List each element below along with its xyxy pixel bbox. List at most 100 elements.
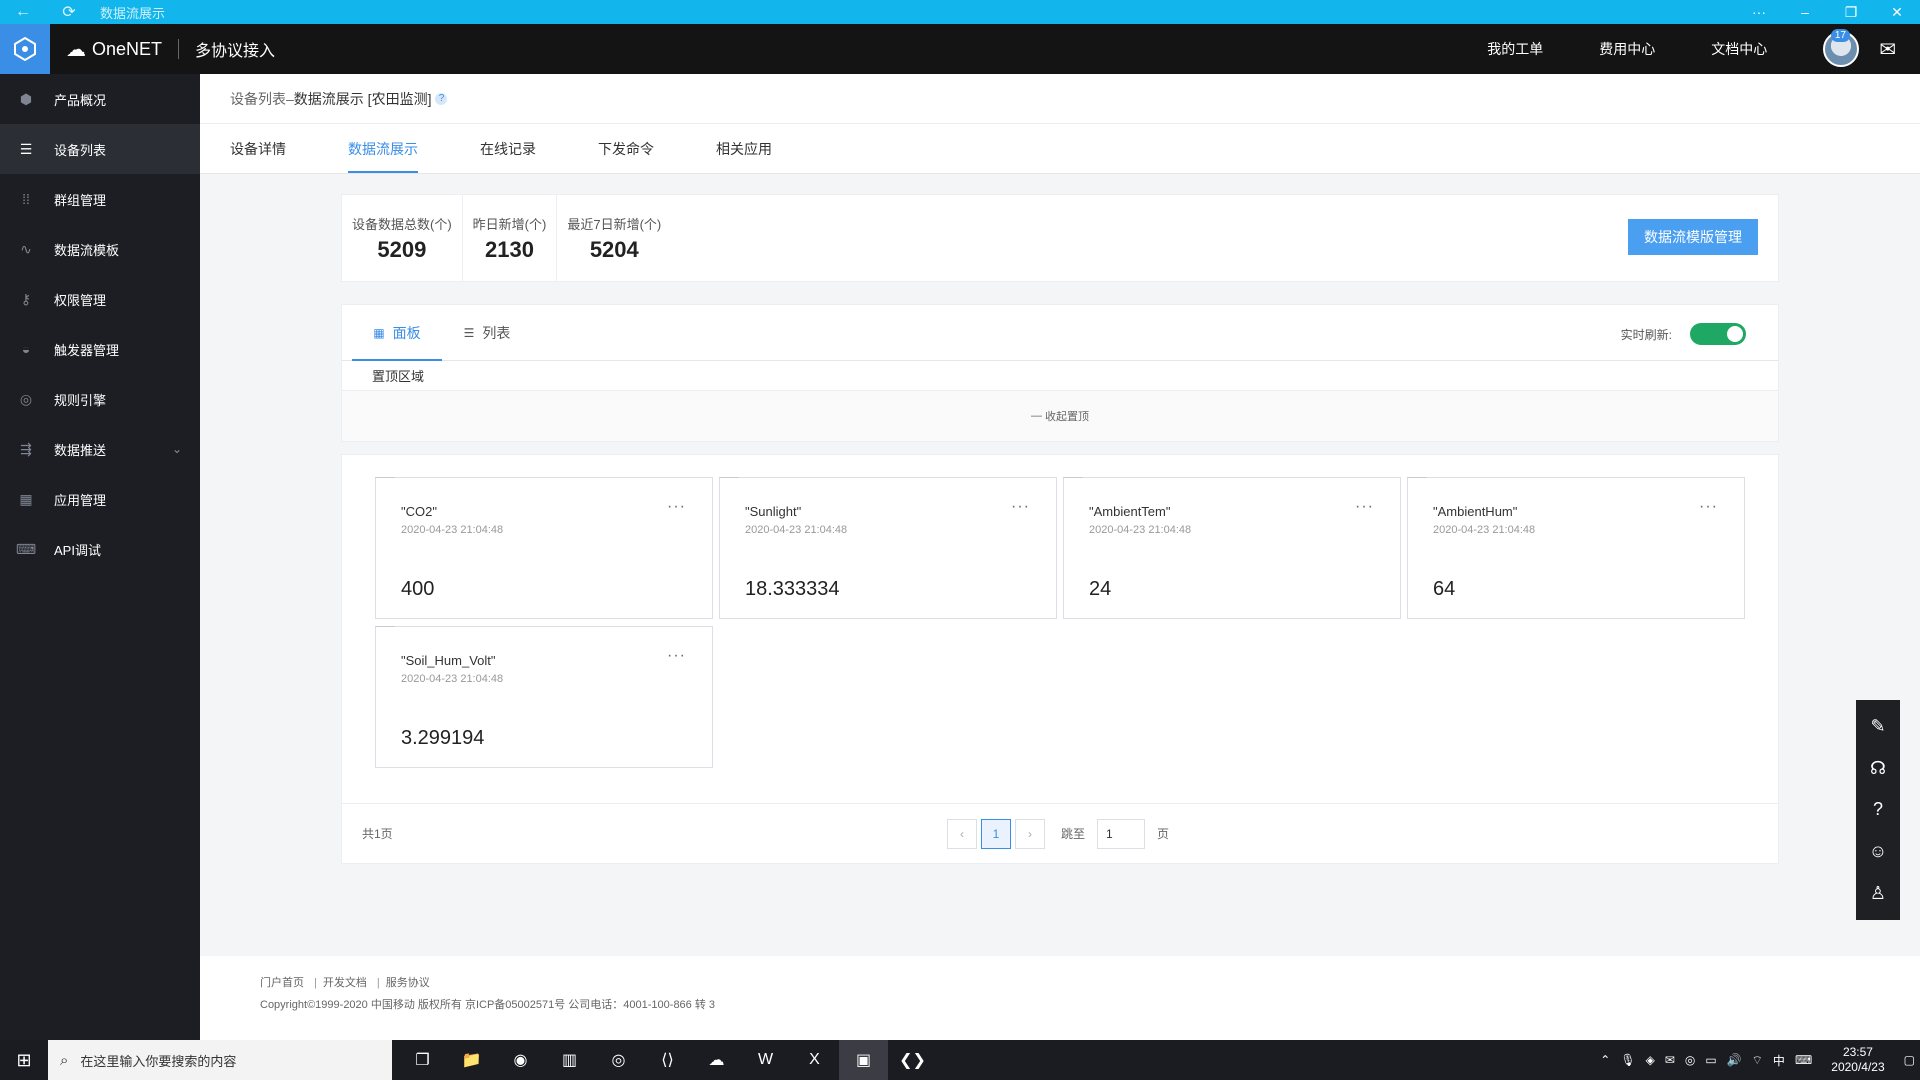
notification-icon[interactable]: ▢ xyxy=(1904,1053,1915,1067)
wechat-icon[interactable]: ✉ xyxy=(1665,1053,1675,1067)
sidebar-item-triggers[interactable]: ◒ 触发器管理 xyxy=(0,324,200,374)
edit-icon[interactable]: ✎ xyxy=(1870,716,1885,737)
more-icon[interactable]: ··· xyxy=(1699,498,1718,516)
netease-music-icon[interactable]: ◎ xyxy=(594,1040,643,1080)
datastream-card[interactable]: "AmbientTem" 2020-04-23 21:04:48 ··· 24 xyxy=(1063,477,1401,619)
prev-page-button[interactable]: ‹ xyxy=(947,818,977,849)
brand: ☁ OneNET 多协议接入 xyxy=(66,37,275,62)
windows-start-icon[interactable]: ⊞ xyxy=(0,1050,48,1071)
taskbar-search[interactable]: ⌕ 在这里输入你要搜索的内容 xyxy=(48,1040,392,1080)
sidebar-item-data-push[interactable]: ⇶ 数据推送 ⌄ xyxy=(0,424,200,474)
excel-icon[interactable]: X xyxy=(790,1040,839,1080)
search-icon: ⌕ xyxy=(60,1051,69,1069)
tab-online-records[interactable]: 在线记录 xyxy=(480,124,536,173)
tab-related-apps[interactable]: 相关应用 xyxy=(716,124,772,173)
tab-panel-view[interactable]: ▦ 面板 xyxy=(352,305,442,361)
datastream-card[interactable]: "Sunlight" 2020-04-23 21:04:48 ··· 18.33… xyxy=(719,477,1057,619)
floating-toolbar: ✎ ☊ ? ☺ ♙ xyxy=(1856,700,1900,920)
file-explorer-icon[interactable]: 📁 xyxy=(447,1040,496,1080)
card-corner xyxy=(1407,477,1427,480)
next-page-button[interactable]: › xyxy=(1015,818,1045,849)
security-app-icon[interactable]: ◈ xyxy=(1646,1053,1655,1067)
sidebar-item-groups[interactable]: ⁞⁞ 群组管理 xyxy=(0,174,200,224)
sidebar-item-api-debug[interactable]: ⌨ API调试 xyxy=(0,524,200,574)
sidebar-item-label: 应用管理 xyxy=(54,492,107,508)
collapse-pin-label: 收起置顶 xyxy=(1045,411,1090,423)
breadcrumb-current: 数据流展示 [农田监测] xyxy=(293,90,432,107)
microphone-icon[interactable]: 🎙 xyxy=(1620,1053,1635,1067)
ime-indicator[interactable]: 中 xyxy=(1773,1052,1785,1069)
tab-device-detail[interactable]: 设备详情 xyxy=(230,124,286,173)
sidebar-item-rule-engine[interactable]: ◎ 规则引擎 xyxy=(0,374,200,424)
datastream-card[interactable]: "CO2" 2020-04-23 21:04:48 ··· 400 xyxy=(375,477,713,619)
tab-stream-display[interactable]: 数据流展示 xyxy=(348,124,418,173)
onedrive-icon[interactable]: ☁ xyxy=(692,1040,741,1080)
restore-icon[interactable]: ❐ xyxy=(1828,4,1874,21)
tab-list-view[interactable]: ☰ 列表 xyxy=(442,305,532,360)
main-content: 设备列表 – 数据流展示 [农田监测] ? 设备详情 数据流展示 在线记录 下发… xyxy=(200,74,1920,1040)
copyright: Copyright©1999-2020 中国移动 版权所有 京ICP备05002… xyxy=(260,999,716,1011)
edge-browser-icon[interactable]: ◉ xyxy=(496,1040,545,1080)
brand-name[interactable]: OneNET xyxy=(92,39,162,60)
code-editor-icon[interactable]: ⟨⟩ xyxy=(643,1040,692,1080)
refresh-icon[interactable]: ⟳ xyxy=(46,2,92,22)
sidebar-item-stream-templates[interactable]: ∿ 数据流模板 xyxy=(0,224,200,274)
user-icon[interactable]: ♙ xyxy=(1870,883,1886,904)
sidebar-item-overview[interactable]: ⬢ 产品概况 xyxy=(0,74,200,124)
image-viewer-icon[interactable]: ▣ xyxy=(839,1040,888,1080)
datastream-time: 2020-04-23 21:04:48 xyxy=(401,673,504,685)
battery-icon[interactable]: ▭ xyxy=(1705,1053,1716,1067)
volume-icon[interactable]: 🔊 xyxy=(1727,1053,1742,1067)
nav-my-tickets[interactable]: 我的工单 xyxy=(1487,39,1543,59)
community-icon[interactable]: ☺ xyxy=(1869,841,1887,862)
datastream-card[interactable]: "AmbientHum" 2020-04-23 21:04:48 ··· 64 xyxy=(1407,477,1745,619)
page-total: 共1页 xyxy=(362,827,393,841)
building-app-icon[interactable]: ▥ xyxy=(545,1040,594,1080)
footer-link-docs[interactable]: 开发文档 xyxy=(323,977,367,989)
more-icon[interactable]: ··· xyxy=(1736,4,1782,21)
stream-template-manage-button[interactable]: 数据流模版管理 xyxy=(1628,219,1758,255)
app-logo-icon[interactable] xyxy=(0,24,50,74)
netease-tray-icon[interactable]: ◎ xyxy=(1685,1053,1695,1067)
word-icon[interactable]: W xyxy=(741,1040,790,1080)
footer-link-terms[interactable]: 服务协议 xyxy=(386,977,430,989)
breadcrumb-separator: – xyxy=(286,90,294,107)
more-icon[interactable]: ··· xyxy=(667,647,686,665)
tab-send-command[interactable]: 下发命令 xyxy=(598,124,654,173)
list-icon: ☰ xyxy=(19,140,33,157)
sidebar-item-device-list[interactable]: ☰ 设备列表 xyxy=(0,124,200,174)
breadcrumb: 设备列表 – 数据流展示 [农田监测] ? xyxy=(200,74,1920,124)
sidebar-item-permissions[interactable]: ⚷ 权限管理 xyxy=(0,274,200,324)
stat-label: 最近7日新增(个) xyxy=(567,216,662,232)
headset-icon[interactable]: ☊ xyxy=(1870,758,1886,779)
question-icon[interactable]: ? xyxy=(1873,799,1883,820)
tray-overflow-icon[interactable]: ⌃ xyxy=(1600,1053,1610,1067)
keyboard-icon[interactable]: ⌨ xyxy=(1795,1053,1812,1067)
more-icon[interactable]: ··· xyxy=(667,498,686,516)
datastream-card[interactable]: "Soil_Hum_Volt" 2020-04-23 21:04:48 ··· … xyxy=(375,626,713,768)
collapse-pin-button[interactable]: — 收起置顶 xyxy=(342,391,1778,441)
more-icon[interactable]: ··· xyxy=(1011,498,1030,516)
nav-docs[interactable]: 文档中心 xyxy=(1711,39,1767,59)
datastream-name: "Sunlight" xyxy=(745,504,802,519)
task-view-icon[interactable]: ❐ xyxy=(398,1040,447,1080)
wifi-icon[interactable]: ⌔ xyxy=(1752,1053,1763,1068)
stat-label: 设备数据总数(个) xyxy=(352,216,452,232)
sidebar-item-apps[interactable]: ▦ 应用管理 xyxy=(0,474,200,524)
nav-billing[interactable]: 费用中心 xyxy=(1599,39,1655,59)
close-icon[interactable]: ✕ xyxy=(1874,4,1920,21)
view-tabs: ▦ 面板 ☰ 列表 xyxy=(342,305,1778,361)
more-icon[interactable]: ··· xyxy=(1355,498,1374,516)
breadcrumb-parent[interactable]: 设备列表 xyxy=(230,89,286,109)
realtime-refresh-toggle[interactable] xyxy=(1690,323,1746,345)
back-icon[interactable]: ← xyxy=(0,3,46,21)
jump-page-input[interactable] xyxy=(1097,818,1146,849)
page-number-button[interactable]: 1 xyxy=(981,818,1011,849)
help-icon[interactable]: ? xyxy=(435,92,448,105)
datastream-name: "AmbientHum" xyxy=(1433,504,1518,519)
vscode-icon[interactable]: ❮❯ xyxy=(888,1040,937,1080)
minimize-icon[interactable]: – xyxy=(1782,4,1828,21)
footer-link-home[interactable]: 门户首页 xyxy=(260,977,304,989)
mail-icon[interactable]: ✉ 17 xyxy=(1830,28,1896,62)
clock[interactable]: 23:57 2020/4/23 xyxy=(1831,1045,1884,1075)
